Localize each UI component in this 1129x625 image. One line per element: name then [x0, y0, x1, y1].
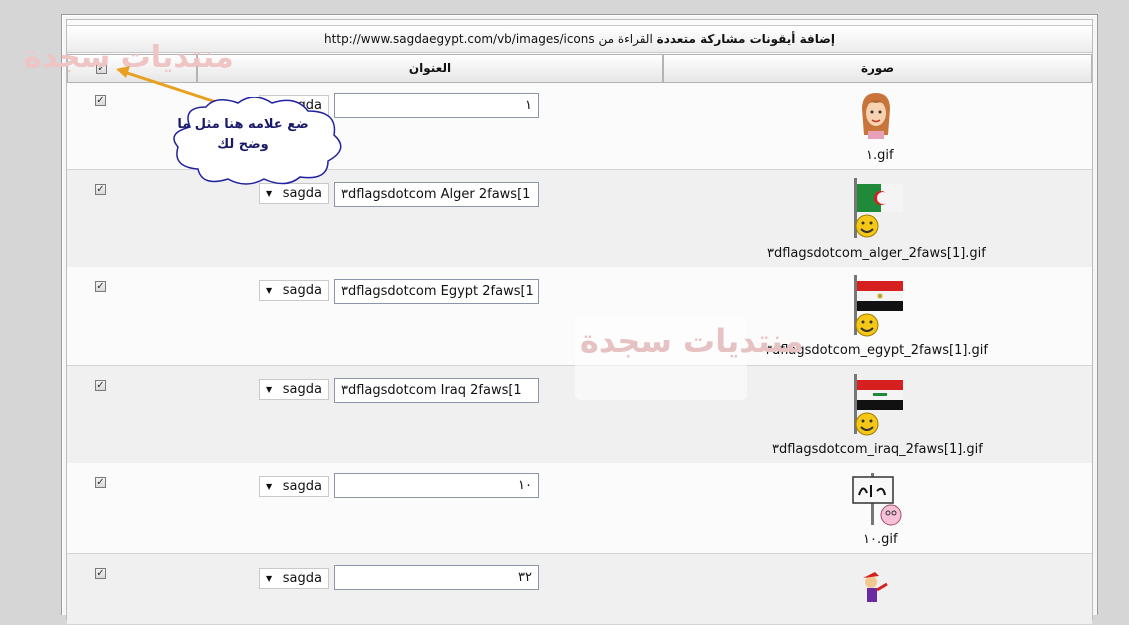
egypt-flag-smiley-icon [854, 275, 903, 337]
category-select[interactable]: ▼ sagda [259, 568, 329, 589]
callout-text: ضع علامه هنا مثل ما وضح لك [168, 115, 318, 155]
chevron-down-icon: ▼ [266, 385, 273, 394]
icon-filename: ١٠.gif [863, 532, 898, 547]
row-checkbox[interactable]: ✓ [95, 281, 106, 292]
watermark-center: منتديات سجدة [580, 322, 804, 360]
title-mid: القراءة من [598, 32, 653, 46]
category-value: sagda [282, 382, 322, 397]
algeria-flag-smiley-icon [854, 178, 903, 238]
category-value: sagda [282, 283, 322, 298]
no-comment-sign-icon [852, 473, 902, 526]
table-row: ✓ ▼ sagda ٣٢ [67, 553, 1092, 625]
callout-line-1: ضع علامه هنا مثل ما [177, 117, 309, 132]
title-input[interactable]: ٣dflagsdotcom Alger 2faws[1 [334, 182, 539, 207]
category-select[interactable]: ▼ sagda [259, 476, 329, 497]
chevron-down-icon: ▼ [266, 574, 273, 583]
category-select[interactable]: ▼ sagda [259, 280, 329, 301]
icon-filename: ٣dflags­dotcom_alger_2faws[1].gif [767, 246, 986, 261]
title-input[interactable]: ١٠ [334, 473, 539, 498]
category-select[interactable]: ▼ sagda [259, 379, 329, 400]
table-row: ✓ ▼ sagda ١٠ ١٠.gif [67, 463, 1092, 552]
iraq-flag-smiley-icon [854, 374, 903, 436]
callout-line-2: وضح لك [217, 137, 269, 152]
title-input[interactable]: ٣dflagsdotcom Iraq 2faws[1 [334, 378, 539, 403]
row-checkbox[interactable]: ✓ [95, 95, 106, 106]
girl-face-icon [862, 93, 890, 139]
icon-filename: ١.gif [866, 148, 894, 163]
row-checkbox[interactable]: ✓ [95, 184, 106, 195]
chevron-down-icon: ▼ [266, 482, 273, 491]
callout-bubble: ضع علامه هنا مثل ما وضح لك [168, 97, 346, 185]
title-bold: إضافة أيقونات مشاركة متعددة [656, 32, 835, 46]
title-input[interactable]: ١ [334, 93, 539, 118]
category-value: sagda [282, 479, 322, 494]
chevron-down-icon: ▼ [266, 286, 273, 295]
character-icon [863, 572, 888, 602]
row-checkbox[interactable]: ✓ [95, 477, 106, 488]
icons-url: http://www.sagdaegypt.com/vb/images/icon… [324, 32, 595, 46]
column-header-image: صورة [663, 54, 1092, 83]
row-checkbox[interactable]: ✓ [95, 380, 106, 391]
column-header-title: العنوان [197, 54, 663, 83]
category-value: sagda [282, 571, 322, 586]
title-input[interactable]: ٣٢ [334, 565, 539, 590]
title-input[interactable]: ٣dflagsdotcom Egypt 2faws[1 [334, 279, 539, 304]
row-checkbox[interactable]: ✓ [95, 568, 106, 579]
icon-filename: ٣dflagsdotcom_iraq_2faws[1].gif [772, 442, 983, 457]
